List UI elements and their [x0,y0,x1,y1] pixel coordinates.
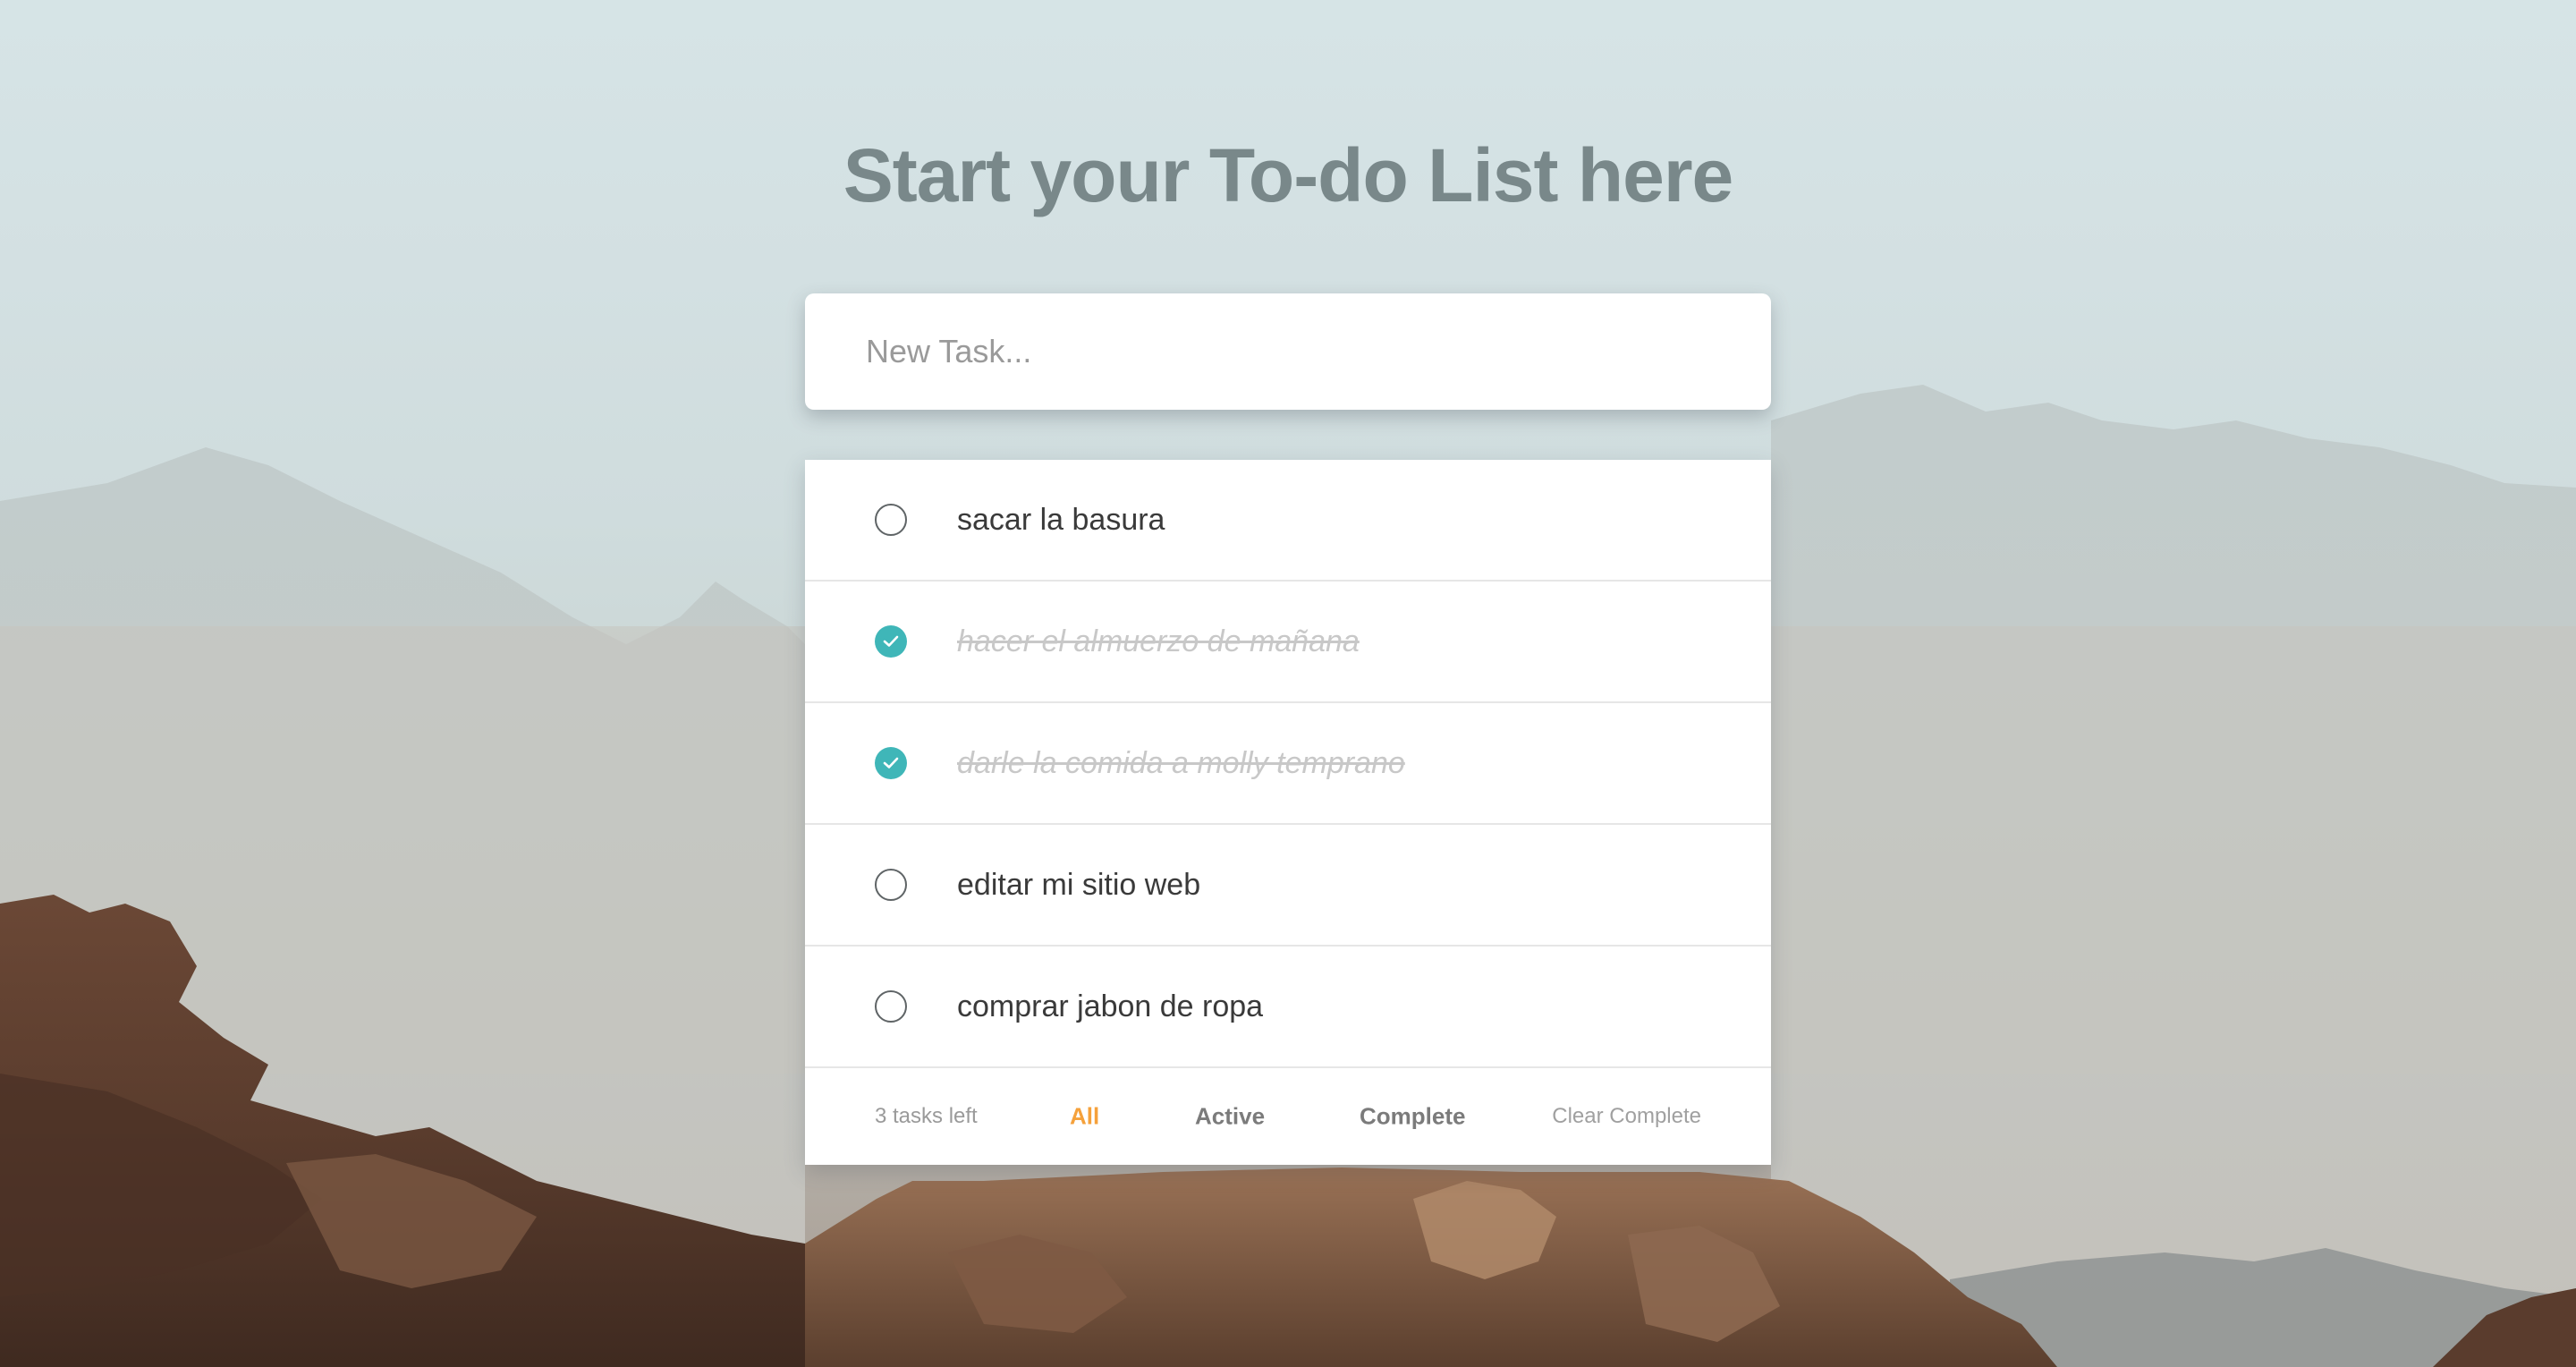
todo-item: comprar jabon de ropa [805,947,1771,1068]
todo-item-label: comprar jabon de ropa [957,989,1264,1023]
filter-all-button[interactable]: All [1070,1103,1099,1131]
filter-active-button[interactable]: Active [1195,1103,1265,1131]
checkmark-icon [883,757,899,768]
list-footer: 3 tasks left All Active Complete Clear C… [805,1068,1771,1165]
todo-item-label: sacar la basura [957,503,1165,537]
todo-item: editar mi sitio web [805,825,1771,947]
todo-item-label: hacer el almuerzo de mañana [957,624,1360,658]
unchecked-circle-icon[interactable] [875,990,907,1023]
new-task-input[interactable] [864,332,1708,371]
todo-item: sacar la basura [805,460,1771,582]
unchecked-circle-icon[interactable] [875,504,907,536]
todo-item: darle la comida a molly temprano [805,703,1771,825]
todo-list: sacar la basura hacer el almuerzo de mañ… [805,460,1771,1165]
todo-item-label: editar mi sitio web [957,868,1201,902]
checkmark-icon [883,635,899,647]
todo-item: hacer el almuerzo de mañana [805,582,1771,703]
page-title: Start your To-do List here [843,133,1734,217]
new-task-box [805,293,1771,410]
todo-item-label: darle la comida a molly temprano [957,746,1405,780]
unchecked-circle-icon[interactable] [875,869,907,901]
tasks-left-count: 3 tasks left [875,1104,978,1128]
clear-complete-button[interactable]: Clear Complete [1552,1104,1701,1129]
filter-complete-button[interactable]: Complete [1360,1103,1465,1131]
checked-circle-icon[interactable] [875,625,907,658]
checked-circle-icon[interactable] [875,747,907,779]
